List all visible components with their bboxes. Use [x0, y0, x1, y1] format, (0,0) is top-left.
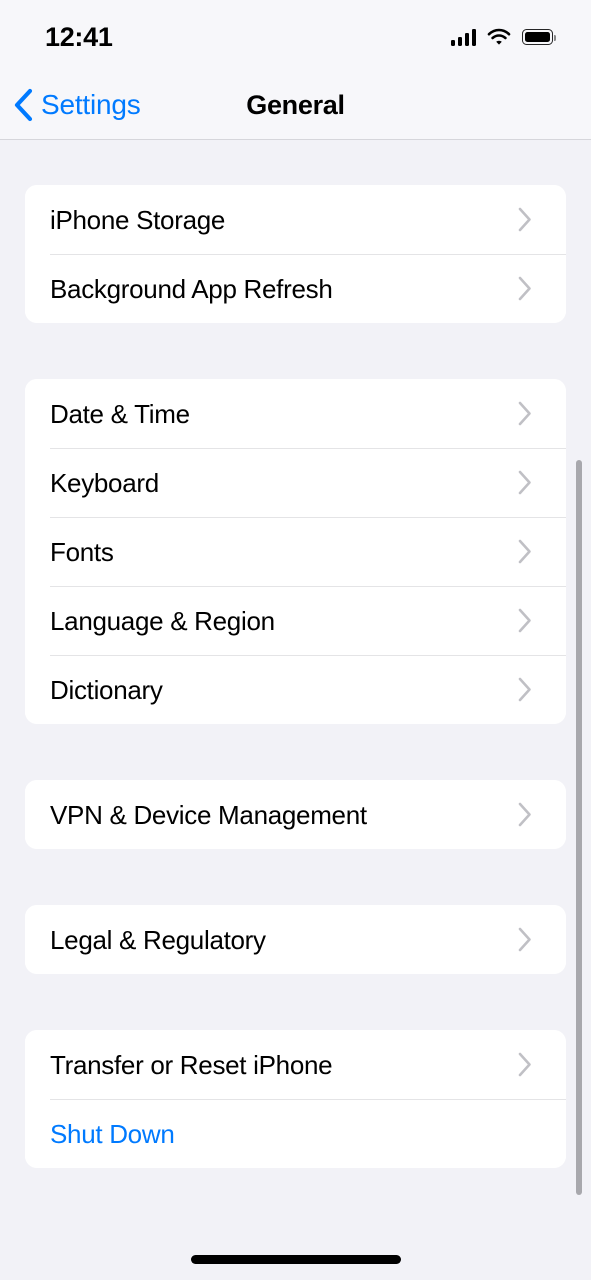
list-item[interactable]: Background App Refresh: [25, 254, 566, 323]
list-item[interactable]: Date & Time: [25, 379, 566, 448]
chevron-right-icon: [517, 801, 546, 828]
list-item-label: Shut Down: [50, 1118, 175, 1149]
list-item-label: iPhone Storage: [50, 204, 226, 235]
list-item[interactable]: Transfer or Reset iPhone: [25, 1030, 566, 1099]
settings-group-3: VPN & Device Management: [25, 780, 566, 849]
list-item-label: Language & Region: [50, 605, 275, 636]
list-item-label: Date & Time: [50, 398, 190, 429]
wifi-icon: [487, 28, 511, 46]
chevron-right-icon: [517, 400, 546, 427]
list-item-label: Dictionary: [50, 674, 163, 705]
back-button-label: Settings: [41, 89, 141, 120]
settings-group-1: iPhone Storage Background App Refresh: [25, 185, 566, 323]
list-item[interactable]: Legal & Regulatory: [25, 905, 566, 974]
status-bar-icons: [450, 24, 556, 50]
list-item[interactable]: Shut Down: [25, 1099, 566, 1168]
iphone-settings-general-screen: 12:41 Settings General iPhone Storage Ba…: [0, 0, 591, 1280]
settings-group-2: Date & Time Keyboard Fonts Language & Regio…: [25, 379, 566, 724]
cellular-signal-icon: [450, 28, 476, 46]
navigation-bar: Settings General: [0, 70, 591, 140]
battery-icon: [522, 29, 556, 45]
scrollbar-thumb[interactable]: [576, 460, 582, 1195]
list-item-label: VPN & Device Management: [50, 799, 367, 830]
chevron-right-icon: [517, 676, 546, 703]
list-item[interactable]: Fonts: [25, 517, 566, 586]
status-bar-time: 12:41: [45, 22, 113, 52]
settings-group-4: Legal & Regulatory: [25, 905, 566, 974]
chevron-right-icon: [517, 607, 546, 634]
list-item-label: Keyboard: [50, 467, 159, 498]
list-item-label: Fonts: [50, 536, 114, 567]
list-item[interactable]: Dictionary: [25, 655, 566, 724]
status-bar: 12:41: [0, 0, 591, 70]
list-item[interactable]: iPhone Storage: [25, 185, 566, 254]
chevron-right-icon: [517, 206, 546, 233]
chevron-right-icon: [517, 1051, 546, 1078]
list-item-label: Background App Refresh: [50, 273, 333, 304]
chevron-right-icon: [517, 275, 546, 302]
list-item[interactable]: Language & Region: [25, 586, 566, 655]
list-item-label: Legal & Regulatory: [50, 924, 266, 955]
list-item[interactable]: Keyboard: [25, 448, 566, 517]
back-button[interactable]: Settings: [12, 70, 141, 140]
chevron-left-icon: [12, 88, 34, 122]
home-indicator: [190, 1255, 401, 1264]
list-item[interactable]: VPN & Device Management: [25, 780, 566, 849]
chevron-right-icon: [517, 538, 546, 565]
settings-list: iPhone Storage Background App Refresh Date…: [0, 141, 591, 1280]
list-item-label: Transfer or Reset iPhone: [50, 1049, 333, 1080]
chevron-right-icon: [517, 926, 546, 953]
chevron-right-icon: [517, 469, 546, 496]
settings-group-5: Transfer or Reset iPhone Shut Down: [25, 1030, 566, 1168]
